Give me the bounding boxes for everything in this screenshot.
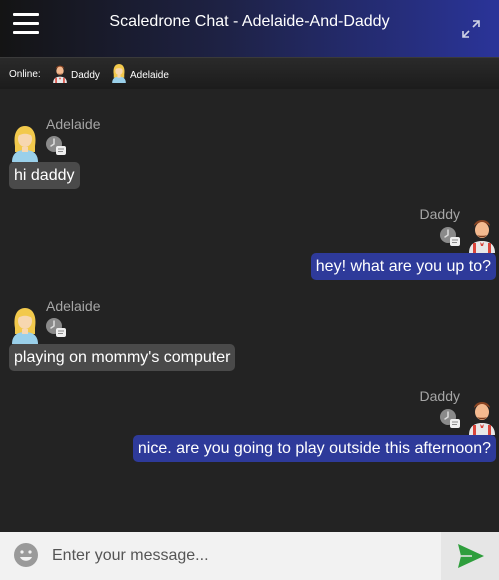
message-sender: Adelaide	[46, 298, 101, 314]
message-sender: Daddy	[419, 206, 460, 222]
send-icon[interactable]	[456, 541, 486, 571]
girl-avatar-icon	[10, 124, 40, 162]
message-status-icon	[439, 408, 461, 430]
message-bubble: hi daddy	[9, 162, 80, 189]
message-bubble: hey! what are you up to?	[310, 253, 496, 280]
emoji-icon[interactable]	[13, 542, 39, 568]
man-avatar-icon	[52, 63, 68, 83]
message-list[interactable]: Adelaide hi daddy Daddy hey! what are yo…	[0, 89, 499, 532]
online-label: Online:	[9, 69, 41, 80]
send-button-area[interactable]	[441, 532, 499, 580]
chat-title: Scaledrone Chat - Adelaide-And-Daddy	[109, 13, 390, 30]
message-status-icon	[439, 226, 461, 248]
member-name: Adelaide	[130, 70, 169, 81]
online-member-daddy[interactable]: Daddy	[52, 63, 100, 83]
expand-icon[interactable]	[461, 19, 481, 39]
message-sender: Adelaide	[46, 116, 101, 132]
message-bubble: nice. are you going to play outside this…	[132, 435, 496, 462]
online-member-adelaide[interactable]: Adelaide	[111, 63, 169, 83]
man-avatar-icon	[467, 215, 497, 253]
man-avatar-icon	[467, 397, 497, 435]
message-bubble: playing on mommy's computer	[9, 344, 236, 371]
chat-header: Scaledrone Chat - Adelaide-And-Daddy	[0, 0, 499, 57]
girl-avatar-icon	[111, 63, 127, 83]
member-name: Daddy	[71, 70, 100, 81]
girl-avatar-icon	[10, 306, 40, 344]
message-status-icon	[45, 135, 67, 157]
message-input[interactable]	[46, 536, 440, 576]
message-sender: Daddy	[419, 388, 460, 404]
message-composer	[0, 532, 499, 580]
message-status-icon	[45, 317, 67, 339]
online-members-bar: Online: Daddy Adelaide	[0, 57, 499, 89]
